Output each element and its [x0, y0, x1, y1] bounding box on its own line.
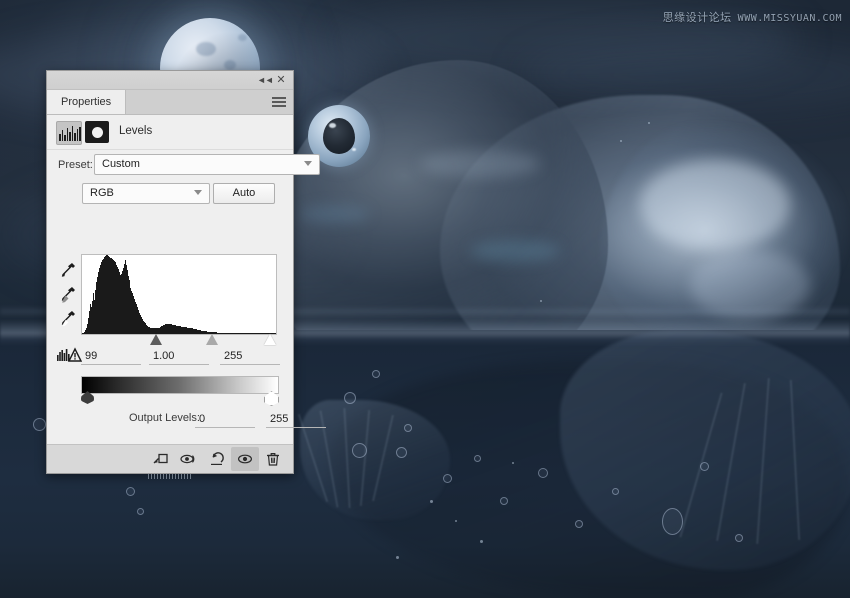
eyedropper-group	[58, 260, 80, 332]
gamma-input[interactable]: 1.00	[149, 348, 209, 365]
set-white-point-eyedropper[interactable]	[58, 308, 78, 332]
panel-titlebar[interactable]: ◄◄ ✕	[47, 71, 293, 90]
levels-histogram-icon[interactable]	[56, 121, 82, 145]
watermark: 思缘设计论坛 WWW.MISSYUAN.COM	[663, 9, 842, 25]
eye-highlight	[329, 123, 336, 128]
bubble	[344, 392, 356, 404]
photoshop-canvas-screenshot: 思缘设计论坛 WWW.MISSYUAN.COM ◄◄ ✕ Properties	[0, 0, 850, 598]
bubble	[662, 508, 683, 535]
output-black-handle[interactable]	[81, 391, 94, 404]
panel-footer	[47, 444, 293, 473]
scale-highlight	[300, 205, 370, 223]
close-icon[interactable]: ✕	[274, 74, 288, 87]
set-gray-point-eyedropper[interactable]	[58, 284, 78, 308]
histogram-refresh-warning-icon[interactable]	[56, 347, 82, 363]
histogram-chart[interactable]	[81, 254, 277, 335]
water-speck	[430, 500, 433, 503]
bubble	[443, 474, 452, 483]
water-speck	[480, 540, 483, 543]
output-black-input[interactable]: 0	[195, 411, 255, 428]
hamburger-menu-icon[interactable]	[272, 97, 286, 108]
bubble	[474, 455, 481, 462]
bubble	[575, 520, 583, 528]
adjustment-header: Levels	[47, 115, 293, 150]
bubble	[538, 468, 548, 478]
white-point-handle[interactable]	[264, 334, 277, 345]
bubble	[126, 487, 135, 496]
chevron-down-icon	[304, 161, 312, 166]
bubble	[137, 508, 144, 515]
input-levels-fields: 99 1.00 255	[81, 348, 281, 366]
bubble	[372, 370, 380, 378]
view-previous-state-button[interactable]	[175, 447, 203, 471]
bubble	[700, 462, 709, 471]
bubble	[396, 447, 407, 458]
layer-mask-icon[interactable]	[85, 121, 109, 143]
collapse-icon[interactable]: ◄◄	[257, 74, 271, 87]
auto-button[interactable]: Auto	[213, 183, 275, 204]
toggle-layer-visibility-button[interactable]	[231, 447, 259, 471]
watermark-url-text: WWW.MISSYUAN.COM	[738, 13, 842, 24]
eye-highlight	[352, 148, 356, 151]
output-white-handle[interactable]	[264, 391, 279, 406]
preset-select[interactable]: Custom	[94, 154, 320, 175]
delete-adjustment-button[interactable]	[259, 447, 287, 471]
tab-properties[interactable]: Properties	[47, 90, 126, 114]
panel-scroll-grip[interactable]	[148, 474, 192, 479]
water-speck	[396, 556, 399, 559]
water-speck	[512, 462, 514, 464]
fish-eye-pupil	[323, 118, 355, 154]
histogram-bars	[82, 255, 276, 334]
water-speck	[455, 520, 457, 522]
set-black-point-eyedropper[interactable]	[58, 260, 78, 284]
clip-to-layer-button[interactable]	[147, 447, 175, 471]
black-point-input[interactable]: 99	[81, 348, 141, 365]
watermark-cn-text: 思缘设计论坛	[663, 11, 732, 24]
bubble	[404, 424, 412, 432]
channel-select[interactable]: RGB	[82, 183, 210, 204]
scale-highlight	[470, 240, 560, 262]
water-speck	[620, 140, 622, 142]
bubble	[33, 418, 46, 431]
reset-adjustment-button[interactable]	[203, 447, 231, 471]
output-levels-row: Output Levels: 0 255	[81, 411, 281, 429]
black-point-handle[interactable]	[150, 334, 163, 345]
output-white-input[interactable]: 255	[266, 411, 326, 428]
properties-panel[interactable]: ◄◄ ✕ Properties	[46, 70, 294, 474]
water-speck	[648, 122, 650, 124]
gill-highlight	[420, 150, 540, 178]
splash-glow	[640, 160, 790, 250]
output-levels-label: Output Levels:	[129, 412, 200, 424]
white-point-input[interactable]: 255	[220, 348, 280, 365]
chevron-down-icon	[194, 190, 202, 195]
input-levels-slider[interactable]	[81, 334, 277, 346]
footer-button-group	[147, 445, 287, 473]
channel-row: RGB Auto	[47, 180, 293, 208]
preset-row: Preset: Custom	[47, 150, 293, 180]
panel-body: Levels Preset: Custom RGB Auto	[47, 115, 293, 450]
bubble	[500, 497, 508, 505]
splash-glow	[690, 250, 810, 320]
water-speck	[540, 300, 542, 302]
output-levels-slider[interactable]	[77, 391, 283, 405]
panel-tab-row: Properties	[47, 90, 293, 115]
bubble	[612, 488, 619, 495]
gamma-handle[interactable]	[206, 334, 219, 345]
preset-label: Preset:	[58, 159, 93, 171]
bubble	[735, 534, 743, 542]
adjustment-title: Levels	[119, 125, 152, 137]
bubble	[352, 443, 367, 458]
